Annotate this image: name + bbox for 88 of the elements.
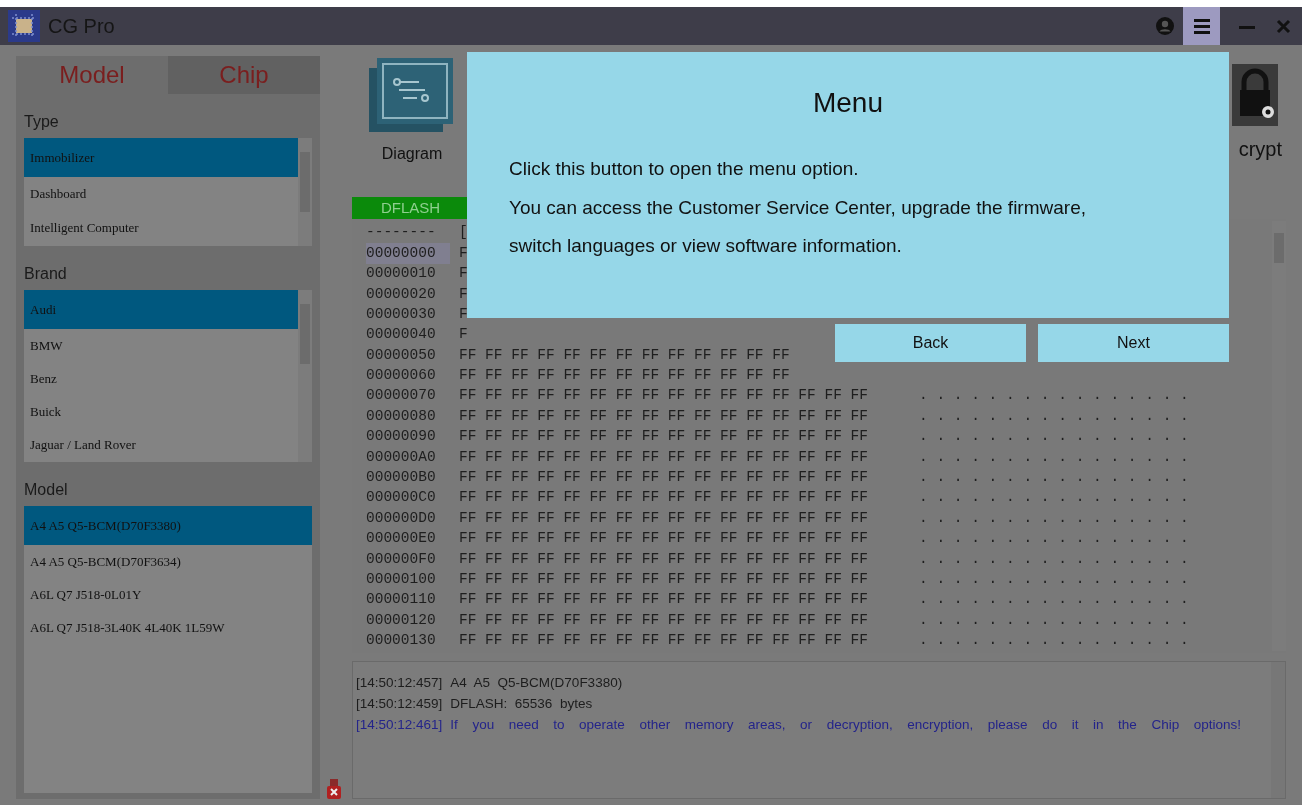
popup-nav-button[interactable]: Back [835, 324, 1026, 362]
hex-address: 000000C0 [366, 488, 437, 508]
hex-ascii: . . . . . . . . . . . . . . . . [919, 427, 1189, 447]
scrollbar[interactable] [298, 138, 312, 246]
hex-ascii: . . . . . . . . . . . . . . . . [919, 549, 1189, 569]
hex-bytes: [ [459, 223, 468, 243]
list-item[interactable]: Benz [24, 362, 298, 395]
hex-address: 000000A0 [366, 447, 437, 467]
popup-nav-button[interactable]: Next [1038, 324, 1229, 362]
menu-button[interactable] [1183, 7, 1220, 45]
app-logo-icon [8, 10, 40, 42]
hex-bytes: F [459, 243, 468, 263]
hex-address: 000000E0 [366, 529, 437, 549]
hex-bytes: FF FF FF FF FF FF FF FF FF FF FF FF FF FF FF FF [459, 427, 869, 447]
section-label: Brand [24, 264, 68, 284]
user-icon [1155, 17, 1174, 35]
list-item[interactable]: Buick [24, 395, 298, 428]
hex-ascii: . . . . . . . . . . . . . . . . [919, 406, 1189, 426]
circuit-diagram-icon [369, 58, 455, 134]
padlock-gear-icon [1232, 64, 1278, 126]
hex-address: 00000030 [366, 304, 437, 324]
hex-address: 00000110 [366, 590, 437, 610]
hex-address: 000000B0 [366, 468, 437, 487]
scrollbar[interactable] [298, 290, 312, 462]
hex-address: 00000100 [366, 569, 437, 589]
hex-ascii: . . . . . . . . . . . . . . . . [919, 610, 1189, 630]
hex-bytes: F [459, 325, 468, 345]
hex-bytes: F [459, 304, 468, 324]
hex-address: 00000120 [366, 610, 437, 630]
log-timestamp: [14:50:12:461] [356, 716, 443, 734]
hex-bytes: FF FF FF FF FF FF FF FF FF FF FF FF FF FF FF FF [459, 631, 869, 651]
hex-bytes: FF FF FF FF FF FF FF FF FF FF FF FF FF FF FF FF [459, 488, 869, 508]
list-item[interactable]: A6L Q7 J518-3L40K 4L40K 1L59W [24, 611, 312, 644]
list-item[interactable]: A4 A5 Q5-BCM(D70F3634) [24, 545, 312, 578]
hex-bytes: FF FF FF FF FF FF FF FF FF FF FF FF FF [459, 366, 790, 386]
hex-ascii: . . . . . . . . . . . . . . . . [919, 590, 1189, 610]
list-item[interactable]: BMW [24, 329, 298, 362]
hex-bytes: F [459, 284, 468, 304]
hex-bytes: FF FF FF FF FF FF FF FF FF FF FF FF FF [459, 345, 790, 365]
diagram-button[interactable]: Diagram [369, 58, 455, 166]
hex-ascii: . . . . . . . . . . . . . . . . [919, 529, 1189, 549]
close-icon [1276, 18, 1291, 34]
log-message: DFLASH: 65536 bytes [450, 695, 593, 713]
hex-address: 00000090 [366, 427, 437, 447]
hex-ascii: . . . . . . . . . . . . . . . . [919, 468, 1189, 487]
hex-address: 00000080 [366, 406, 437, 426]
log-message: If you need to operate other memory areas, or decryption, encryption, please do it in the Chip options! [450, 716, 1242, 734]
log-message: A4 A5 Q5-BCM(D70F3380) [450, 674, 623, 692]
hex-address: 00000000 [366, 242, 450, 265]
list-item[interactable]: Intelligent Computer [24, 211, 298, 245]
list-item[interactable]: Dashboard [24, 177, 298, 211]
hex-address: -------- [366, 223, 437, 243]
popup-message: Click this button to open the menu option. You can access the Customer Service Center, upgrade the firmware, switch languages or view software information. [509, 157, 1087, 258]
hex-address: 00000050 [366, 345, 437, 365]
hex-address: 00000040 [366, 325, 437, 345]
hex-address: 00000010 [366, 264, 437, 284]
section-label: Model [24, 480, 69, 500]
popup-title: Menu [811, 86, 884, 120]
hex-address: 00000130 [366, 631, 437, 651]
hex-bytes: FF FF FF FF FF FF FF FF FF FF FF FF FF FF FF FF [459, 549, 869, 569]
hex-bytes: FF FF FF FF FF FF FF FF FF FF FF FF FF FF FF FF [459, 468, 869, 487]
hex-ascii: . . . . . . . . . . . . . . . . [919, 447, 1189, 467]
hex-bytes: FF FF FF FF FF FF FF FF FF FF FF FF FF FF FF FF [459, 590, 869, 610]
menu-icon [1193, 18, 1210, 34]
hex-bytes: FF FF FF FF FF FF FF FF FF FF FF FF FF FF FF FF [459, 406, 869, 426]
log-timestamp: [14:50:12:459] [356, 695, 443, 713]
hex-ascii: . . . . . . . . . . . . . . . . [919, 569, 1189, 589]
hex-bytes: FF FF FF FF FF FF FF FF FF FF FF FF FF FF FF FF [459, 386, 869, 406]
hex-bytes: FF FF FF FF FF FF FF FF FF FF FF FF FF FF FF FF [459, 508, 869, 528]
hex-ascii: . . . . . . . . . . . . . . . . [919, 508, 1189, 528]
hex-address: 00000070 [366, 386, 437, 406]
hex-bytes: FF FF FF FF FF FF FF FF FF FF FF FF FF FF FF FF [459, 447, 869, 467]
hex-address: 00000060 [366, 366, 437, 386]
hex-bytes: FF FF FF FF FF FF FF FF FF FF FF FF FF FF FF FF [459, 610, 869, 630]
hex-address: 000000F0 [366, 549, 437, 569]
list-item[interactable]: Jaguar / Land Rover [24, 428, 298, 461]
hex-ascii: . . . . . . . . . . . . . . . . [919, 386, 1189, 406]
hex-address: 000000D0 [366, 508, 437, 528]
list-item[interactable]: A6L Q7 J518-0L01Y [24, 578, 312, 611]
usb-disconnected-icon [327, 779, 341, 799]
hex-bytes: FF FF FF FF FF FF FF FF FF FF FF FF FF FF FF FF [459, 569, 869, 589]
hex-address: 00000020 [366, 284, 437, 304]
section-label: Type [24, 112, 60, 132]
log-timestamp: [14:50:12:457] [356, 674, 443, 692]
hex-bytes: FF FF FF FF FF FF FF FF FF FF FF FF FF FF FF FF [459, 529, 869, 549]
hex-bytes: F [459, 264, 468, 284]
hex-ascii: . . . . . . . . . . . . . . . . [919, 488, 1189, 508]
hex-ascii: . . . . . . . . . . . . . . . . [919, 631, 1189, 651]
